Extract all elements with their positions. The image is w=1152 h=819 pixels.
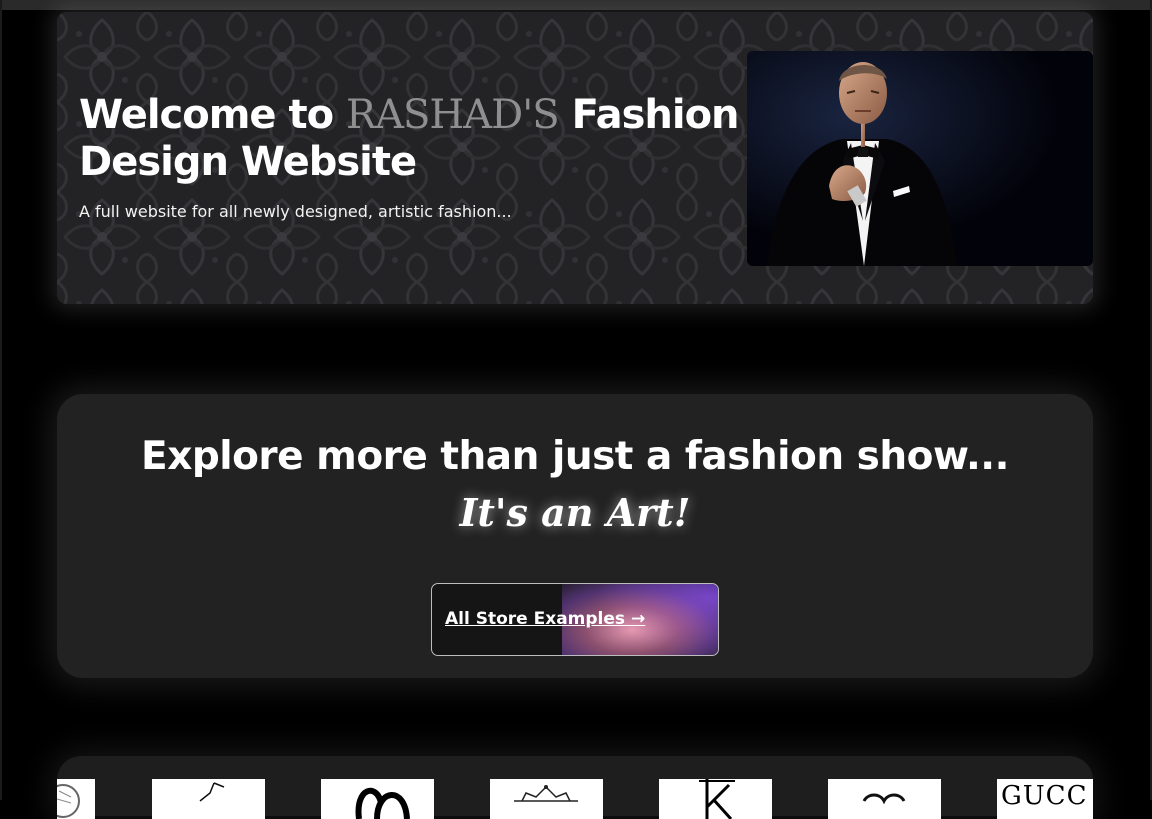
brand-name: RASHAD'S <box>346 92 560 138</box>
brand-logo[interactable] <box>828 779 941 819</box>
hero-title: Welcome to RASHAD'S Fashion Design Websi… <box>79 92 740 186</box>
hero-model-photo <box>747 51 1093 266</box>
gucci-logo[interactable]: GUCC <box>997 779 1093 819</box>
model-in-tuxedo-image <box>747 51 1093 266</box>
chanel-logo[interactable] <box>152 779 265 819</box>
window-left-edge <box>0 0 2 800</box>
explore-tagline: It's an Art! <box>459 490 691 535</box>
gucci-logo-text: GUCC <box>1001 781 1088 811</box>
browser-top-strip <box>0 0 1152 10</box>
all-store-examples-label: All Store Examples → <box>445 609 646 629</box>
all-store-examples-button[interactable]: All Store Examples → <box>431 583 719 656</box>
explore-title: Explore more than just a fashion show... <box>141 434 1009 479</box>
hero-banner: Welcome to RASHAD'S Fashion Design Websi… <box>57 12 1093 304</box>
explore-card: Explore more than just a fashion show...… <box>57 394 1093 678</box>
brand-logo-strip: GUCC <box>57 756 1093 819</box>
dior-logo[interactable] <box>321 779 434 819</box>
k-brand-logo[interactable] <box>659 779 772 819</box>
hero-subtitle: A full website for all newly designed, a… <box>79 202 512 221</box>
crown-brand-logo[interactable] <box>490 779 603 819</box>
versace-logo[interactable] <box>57 779 95 819</box>
hero-title-prefix: Welcome to <box>79 92 334 138</box>
